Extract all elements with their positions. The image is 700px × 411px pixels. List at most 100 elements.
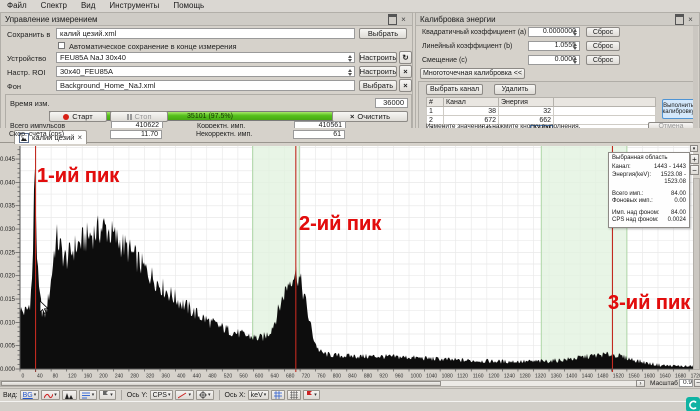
overlay-app-icon[interactable] [686, 397, 700, 411]
menu-view[interactable]: Вид [74, 0, 102, 12]
time-label: Время изм. [10, 99, 50, 108]
reset-linear-button[interactable]: Сброс [586, 41, 620, 51]
application-window: Файл Спектр Вид Инструменты Помощь Управ… [0, 0, 700, 411]
combo-arrows-icon [348, 69, 352, 76]
clear-x-icon: × [349, 112, 355, 121]
view-labels-button[interactable]: ▾ [78, 390, 98, 400]
grid-dense-icon [290, 391, 299, 399]
scroll-right-icon[interactable]: › [636, 380, 645, 387]
calibration-table-header: # Канал Энергия [426, 97, 656, 107]
measurement-panel: Управление измерением × Сохранить в кали… [0, 12, 413, 132]
view-marker-button[interactable]: ▾ [99, 390, 116, 400]
autosave-checkbox[interactable] [58, 42, 65, 49]
selected-region-title: Выбранная область [612, 155, 668, 161]
view-spectrum-button[interactable] [61, 390, 77, 400]
panel-scrollbar[interactable] [693, 26, 698, 131]
configure-device-button[interactable]: Настроить [359, 52, 397, 63]
calibration-panel: Калибровка энергии × Квадратичный коэффи… [415, 12, 700, 135]
device-combobox[interactable]: FEU85A NaJ 30x40 [56, 52, 355, 63]
multipoint-calibration-button[interactable]: Многоточечная калибровка << [420, 68, 525, 79]
close-icon[interactable]: × [399, 15, 408, 24]
selected-region-box: Выбранная область Канал: 1443 - 1443 Энер… [608, 152, 690, 228]
spin-arrows-icon [573, 43, 577, 50]
save-to-label: Сохранить в [7, 30, 51, 39]
svg-text:0.030: 0.030 [0, 227, 16, 233]
start-button[interactable]: Старт [49, 111, 107, 122]
tab-close-icon[interactable]: × [78, 133, 83, 142]
measurement-time-input[interactable]: 36000 [375, 98, 408, 108]
menu-file[interactable]: Файл [0, 0, 34, 12]
axis-y-unit-button[interactable]: CPS ▾ [149, 390, 174, 400]
clear-roi-icon[interactable]: × [399, 65, 412, 78]
pin-icon[interactable] [675, 13, 684, 25]
pause-icon [126, 113, 132, 120]
view-curve-button[interactable]: ▾ [41, 390, 60, 400]
black-peaks-icon [64, 392, 73, 399]
background-label: Фон [7, 82, 22, 91]
axis-x-marker-button[interactable]: ▾ [303, 390, 320, 400]
offset-label: Смещение (c) [422, 57, 468, 64]
spectrum-tabbar: калий цезий × [0, 128, 700, 144]
reset-quadratic-button[interactable]: Сброс [586, 27, 620, 37]
roi-combobox[interactable]: 30x40_FEU85A [56, 66, 355, 77]
svg-text:0.035: 0.035 [0, 204, 16, 210]
count-rate-label: Скор. счета (cps) [9, 131, 65, 138]
hscroll-thumb[interactable] [1, 381, 441, 386]
svg-text:0.020: 0.020 [0, 274, 16, 280]
status-bar [0, 397, 700, 411]
axis-x-grid-button[interactable] [271, 390, 286, 400]
spin-arrows-icon [573, 29, 577, 36]
collapse-infobox-icon[interactable]: ▾ [690, 145, 698, 152]
zoom-out-button[interactable]: − [690, 165, 699, 175]
axis-x-label: Ось X: [224, 391, 246, 399]
choose-background-button[interactable]: Выбрать [359, 80, 397, 91]
axis-y-label: Ось Y: [126, 391, 148, 399]
autosave-label: Автоматическое сохранение в конце измере… [69, 42, 237, 51]
peak-annotation: 3-ий пик [608, 292, 691, 314]
svg-text:0.005: 0.005 [0, 344, 16, 350]
scale-value: 0.9 [679, 379, 693, 387]
choose-save-file-button[interactable]: Выбрать [359, 28, 407, 39]
quadratic-coef-spinbox[interactable]: 0.0000000 [528, 27, 580, 37]
scale-label: Масштаб [650, 380, 678, 387]
axis-x-grid2-button[interactable] [287, 390, 302, 400]
delete-point-button[interactable]: Удалить [494, 84, 536, 95]
table-row[interactable]: 1 38 32 [426, 106, 656, 116]
menu-spectrum[interactable]: Спектр [34, 0, 74, 12]
save-file-input[interactable]: калий цезий.xml [56, 28, 355, 39]
pin-icon[interactable] [388, 13, 397, 25]
spectrum-chart[interactable]: 0.000 0.005 0.010 0.015 0.020 0.025 0.030 0.035… [0, 143, 700, 379]
incorrect-pulses-label: Некорректн. имп. [196, 131, 253, 138]
chart-hscroll-row: › Масштаб 0.9 − [0, 379, 700, 388]
select-channel-button[interactable]: Выбрать канал [426, 84, 483, 95]
svg-text:0.015: 0.015 [0, 297, 16, 303]
close-icon[interactable]: × [686, 15, 695, 24]
reset-offset-button[interactable]: Сброс [586, 55, 620, 65]
view-bg-button[interactable]: BG ▾ [19, 390, 40, 400]
svg-text:0.025: 0.025 [0, 250, 16, 256]
text-lines-icon [81, 392, 90, 398]
chart-hscrollbar[interactable] [0, 380, 645, 387]
linear-coef-spinbox[interactable]: 1.0555 [528, 41, 580, 51]
combo-arrows-icon [348, 55, 352, 62]
incorrect-pulses-value: 61 [293, 130, 345, 139]
calibration-panel-title: Калибровка энергии [420, 14, 496, 24]
axis-x-unit-button[interactable]: keV ▾ [247, 390, 270, 400]
menu-tools[interactable]: Инструменты [102, 0, 166, 12]
axis-y-scale-button[interactable]: ▾ [175, 390, 194, 400]
execute-calibration-button[interactable]: Выполнить калибровку [662, 99, 695, 119]
offset-spinbox[interactable]: 0.0000 [528, 55, 580, 65]
chart-toolbar: Вид: BG ▾ ▾ ▾ ▾ Ось Y: CPS ▾ ▾ ▾ Ось X: ke… [0, 388, 700, 401]
menu-help[interactable]: Помощь [166, 0, 211, 12]
zoom-in-button[interactable]: + [690, 154, 699, 164]
chart-vscrollbar[interactable] [693, 178, 700, 370]
scale-minus-button[interactable]: − [694, 379, 700, 387]
refresh-devices-icon[interactable]: ↻ [399, 51, 412, 64]
crosshair-icon [199, 391, 207, 399]
configure-roi-button[interactable]: Настроить [359, 66, 397, 77]
clear-background-icon[interactable]: × [399, 79, 412, 92]
axis-y-crosshair-button[interactable]: ▾ [196, 390, 214, 400]
svg-text:0.040: 0.040 [0, 180, 16, 186]
background-file-input[interactable]: Background_Home_NaJ.xml [56, 80, 355, 91]
mouse-cursor [40, 301, 49, 314]
